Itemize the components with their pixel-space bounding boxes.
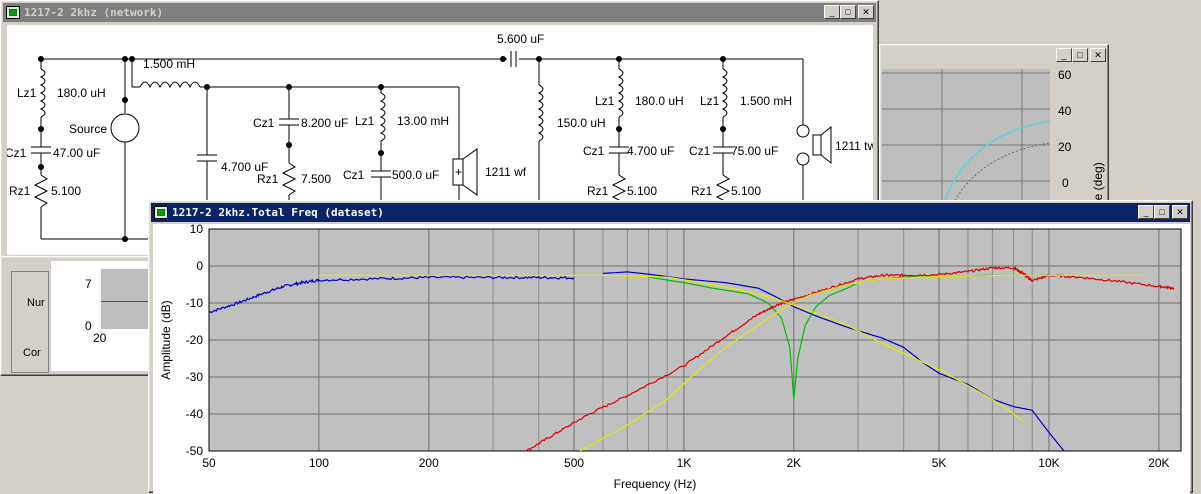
x-tick-label: 1K [677,456,692,470]
y-tick-label: 10 [190,224,204,236]
rz1-b-label: Rz1 [257,172,279,186]
mini-tick-20: 20 [93,331,107,345]
close-button[interactable]: ✕ [1172,205,1188,219]
y-tick-label: -10 [186,296,204,310]
x-tick-label: 200 [419,456,439,470]
rz1-b-value: 7.500 [301,172,331,186]
mini-tick-7: 7 [85,277,92,291]
app-icon [6,6,20,19]
x-tick-label: 500 [564,456,584,470]
x-tick-label: 50 [202,456,216,470]
maximize-button[interactable]: □ [1072,48,1088,62]
y-axis-label: Amplitude (dB) [159,300,173,379]
source-label: Source [69,122,107,136]
label-num: Nur [27,297,45,309]
y-tick-label: -30 [186,370,204,384]
cz1-a-label: Cz1 [7,146,27,160]
x-axis-label: Frequency (Hz) [614,477,697,491]
tweeter-label: 1211 tw [835,139,873,153]
chart-canvas[interactable]: 10 0 -10 -20 -30 -40 -50 50 100 200 500 1K 2K 5K 10K 20… [153,224,1190,494]
cz1-d-value: 4.700 uF [627,144,674,158]
rz1-e-value: 5.100 [731,184,761,198]
label-cor: Cor [23,347,41,359]
phase-tick-0: 0 [1062,176,1069,190]
rz1-d-value: 5.100 [627,184,657,198]
small-window[interactable]: Nur Cor 7 0 20 [0,256,150,376]
cz1-c-value: 500.0 uF [392,168,439,182]
phase-window[interactable]: _ □ ✕ 60 40 20 0 ase (deg) [879,44,1109,215]
cz1-e-value: 75.00 uF [731,144,778,158]
ind-150-label: 150.0 uH [557,116,606,130]
cz1-b-label: Cz1 [253,116,275,130]
x-tick-label: 10K [1038,456,1059,470]
cz1-c-label: Cz1 [343,168,365,182]
y-tick-label: -40 [186,407,204,421]
lz1-e-value: 1.500 mH [740,94,792,108]
x-tick-label: 100 [309,456,329,470]
lz1-b-label: Lz1 [355,114,375,128]
svg-text:+: + [455,165,462,179]
cz1-a-value: 47.00 uF [53,146,100,160]
x-tick-label: 2K [786,456,801,470]
freq-window[interactable]: 1217-2 2khz.Total Freq (dataset) _ □ ✕ 1… [148,200,1193,494]
minimize-button[interactable]: _ [1056,48,1072,62]
phase-tick-40: 40 [1058,104,1072,118]
lz1-d-value: 180.0 uH [635,94,684,108]
x-tick-label: 5K [932,456,947,470]
mini-tick-0: 0 [85,319,92,333]
rz1-e-label: Rz1 [691,184,713,198]
x-tick-label: 20K [1148,456,1169,470]
mini-chart: 7 0 20 [51,261,149,371]
phase-tick-20: 20 [1058,140,1072,154]
close-button[interactable]: ✕ [858,5,874,19]
network-title-bar[interactable]: 1217-2 2khz (network) _ □ ✕ [3,3,876,22]
rz1-a-value: 5.100 [51,184,81,198]
phase-chart: 60 40 20 0 ase (deg) [882,68,1105,215]
y-tick-label: -50 [186,444,204,458]
y-tick-label: 0 [196,259,203,273]
minimize-button[interactable]: _ [1138,205,1154,219]
lz1-e-label: Lz1 [700,94,720,108]
cz1-b-value: 8.200 uF [301,116,348,130]
maximize-button[interactable]: □ [1154,205,1170,219]
cz1-d-label: Cz1 [583,144,605,158]
y-tick-label: -20 [186,333,204,347]
maximize-button[interactable]: □ [840,5,856,19]
window-title: 1217-2 2khz.Total Freq (dataset) [172,206,384,219]
frequency-chart: 100-10-20-30-40-5050 100 200 500 1K 2K 5K 10K 20… [159,224,1182,491]
close-button[interactable]: ✕ [1090,48,1106,62]
lz1-d-label: Lz1 [595,94,615,108]
lz1-a-label: Lz1 [17,86,37,100]
window-title: 1217-2 2khz (network) [24,6,164,19]
minimize-button[interactable]: _ [824,5,840,19]
ind-1500-label: 1.500 mH [143,57,195,71]
lz1-a-value: 180.0 uH [57,86,106,100]
app-icon [154,206,168,219]
rz1-a-label: Rz1 [9,184,31,198]
freq-title-bar[interactable]: 1217-2 2khz.Total Freq (dataset) _ □ ✕ [151,203,1190,222]
rz1-d-label: Rz1 [587,184,609,198]
woofer-label: 1211 wf [485,165,527,179]
phase-tick-60: 60 [1058,68,1072,82]
cap-5600-label: 5.600 uF [497,32,544,46]
cz1-e-label: Cz1 [689,144,711,158]
lz1-b-value: 13.00 mH [397,114,449,128]
